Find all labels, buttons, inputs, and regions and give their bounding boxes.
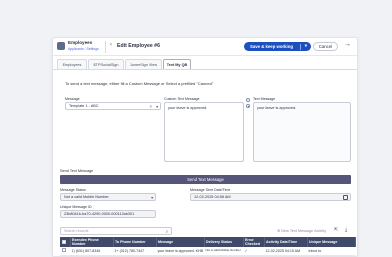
activity-datetime-cell: 12-02-2025 04:15 AM: [264, 247, 307, 256]
select-all-checkbox[interactable]: [61, 239, 66, 244]
sent-date-field[interactable]: 12-02-2025 04:58 AM: [190, 193, 351, 201]
app-title: Employees: [68, 40, 93, 45]
save-button-label: Save & keep working: [250, 44, 293, 49]
tab-juneesign-view[interactable]: JuneeSign View: [125, 59, 162, 69]
instructions-text: To send a text message, either fill a Cu…: [65, 81, 214, 86]
message-cell: your leave is approved. KHB: [156, 247, 204, 256]
back-chevron-icon[interactable]: ‹: [110, 42, 112, 48]
column-header[interactable]: Error Checked: [243, 237, 265, 247]
from-phone-cell: 1) (631) 807-8345: [70, 247, 113, 256]
activity-table: Exendex Phone Number To Phone Number Mes…: [60, 237, 356, 256]
column-header[interactable]: Unique Message: [307, 237, 356, 247]
search-placeholder: Search records: [64, 229, 89, 233]
tab-bar: Employees $TPSocialSign JuneeSign View T…: [53, 58, 357, 70]
text-message-preview: your leave is approved.: [253, 102, 351, 162]
save-keep-working-button[interactable]: Save & keep working ▾: [244, 42, 311, 51]
custom-message-textarea[interactable]: your leave is approved.: [164, 102, 244, 162]
select-all-column: [60, 237, 71, 247]
employees-app-icon: [57, 42, 65, 50]
column-header[interactable]: To Phone Number: [113, 237, 157, 247]
save-options-chevron-icon[interactable]: ▾: [305, 43, 307, 49]
message-template-value: Template 1 - ABC: [69, 104, 99, 108]
breadcrumb-separator: /: [84, 47, 86, 51]
search-records-input[interactable]: Search records ⌕: [60, 227, 172, 235]
breadcrumb: Applicants / Settings: [68, 47, 99, 51]
row-select-cell: [60, 247, 70, 256]
chevron-down-icon[interactable]: ▾: [151, 195, 153, 200]
sent-date-value: 12-02-2025 04:58 AM: [194, 195, 231, 199]
message-template-select[interactable]: Template 1 - ABC × ▾: [65, 102, 161, 110]
message-status-label: Message Status: [60, 188, 86, 192]
new-activity-label: New Text Message Activity: [281, 229, 327, 233]
send-section-label: Send Text Message: [60, 169, 94, 173]
custom-message-radio[interactable]: [246, 98, 250, 102]
new-text-activity-button[interactable]: ⊕ New Text Message Activity: [277, 228, 326, 233]
message-label: Message: [65, 97, 80, 101]
text-message-radio[interactable]: [246, 104, 250, 108]
unique-id-field[interactable]: 23b8041b-ba70-4290-0000-000112ab301: [60, 210, 156, 218]
column-header[interactable]: Message: [156, 237, 205, 247]
export-icon[interactable]: ⇱: [334, 227, 338, 233]
split-divider: [300, 43, 301, 50]
tab-tpsocialsign[interactable]: $TPSocialSign: [88, 59, 124, 69]
column-header[interactable]: Exendex Phone Number: [70, 237, 114, 247]
table-row[interactable]: 1) (631) 807-8345 1+ (312) 780-7447 your…: [60, 247, 355, 256]
page-title: Edit Employee #6: [117, 43, 160, 49]
message-status-value: Not a valid Mobile Number: [64, 195, 109, 199]
search-icon[interactable]: ⌕: [165, 229, 168, 234]
header-divider: [105, 41, 106, 53]
row-checkbox[interactable]: [61, 248, 66, 253]
send-text-message-button[interactable]: Send Text Message: [60, 175, 351, 184]
download-icon[interactable]: ⤓: [345, 227, 347, 233]
page-header: Employees Applicants / Settings ‹ Edit E…: [53, 38, 357, 56]
text-message-label: Text Message: [253, 97, 276, 101]
to-phone-cell: 1+ (312) 780-7447: [113, 247, 156, 256]
unique-message-cell: Inbox to: [307, 247, 355, 256]
unique-id-label: Unique Message ID: [60, 205, 92, 209]
tab-employees[interactable]: Employees: [57, 59, 87, 69]
column-header[interactable]: Activity Date/Time: [264, 237, 308, 247]
sent-date-label: Message Sent Date/Time: [190, 188, 231, 192]
error-checked-cell: ✓: [243, 247, 264, 256]
custom-message-label: Custom Text Message: [164, 97, 200, 101]
plus-circle-icon: ⊕: [277, 229, 281, 233]
calendar-icon[interactable]: [343, 195, 348, 200]
clear-icon[interactable]: ×: [150, 104, 152, 109]
message-status-select[interactable]: Not a valid Mobile Number ▾: [60, 193, 156, 201]
breadcrumb-applicants[interactable]: Applicants: [68, 47, 84, 51]
next-arrow-icon[interactable]: →: [344, 41, 351, 48]
chevron-down-icon[interactable]: ▾: [156, 104, 158, 109]
column-header[interactable]: Delivery Status: [204, 237, 244, 247]
breadcrumb-settings[interactable]: Settings: [87, 47, 99, 51]
cancel-button[interactable]: Cancel: [313, 42, 338, 51]
table-header-row: Exendex Phone Number To Phone Number Mes…: [60, 237, 356, 247]
delivery-status-cell: Not a valid Mobile Number: [204, 247, 243, 256]
tab-text-my-qb[interactable]: Text My QB: [163, 59, 191, 69]
edit-employee-panel: Employees Applicants / Settings ‹ Edit E…: [52, 37, 358, 257]
check-icon: ✓: [244, 248, 248, 254]
